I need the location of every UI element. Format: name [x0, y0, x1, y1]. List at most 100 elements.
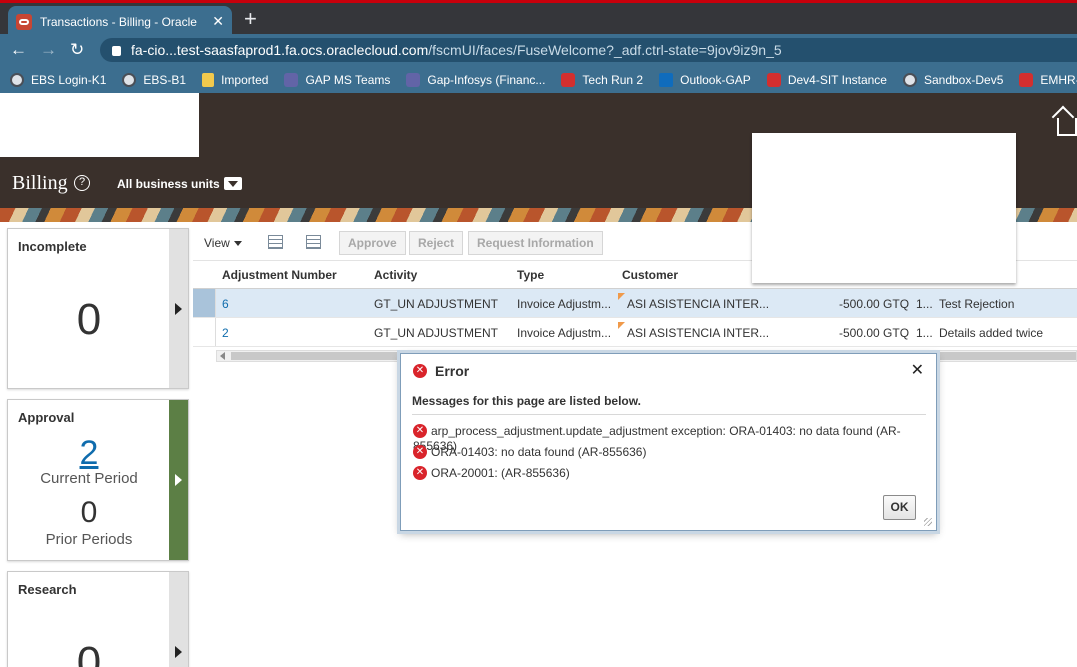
customer-cell: ASI ASISTENCIA INTER... — [627, 297, 770, 311]
dialog-subtitle: Messages for this page are listed below. — [412, 394, 641, 408]
oracle-icon — [561, 72, 576, 87]
approval-infolet[interactable]: Approval 2 Current Period 0 Prior Period… — [7, 399, 189, 561]
type-cell: Invoice Adjustm... — [517, 297, 612, 311]
bookmark-label: EMHR-BUsiness — [1040, 72, 1077, 87]
redacted-logo-area — [0, 93, 199, 157]
table-row[interactable]: 6 GT_UN ADJUSTMENT Invoice Adjustm... AS… — [193, 289, 1077, 318]
bookmark-dev4-sit[interactable]: Dev4-SIT Instance — [766, 72, 887, 87]
browser-toolbar: ← → ↻ fa-cio...test-saasfaprod1.fa.ocs.o… — [0, 34, 1077, 66]
column-header-type[interactable]: Type — [517, 268, 544, 282]
url-path: /fscmUI/faces/FuseWelcome?_adf.ctrl-stat… — [428, 42, 782, 58]
table-row[interactable]: 2 GT_UN ADJUSTMENT Invoice Adjustm... AS… — [193, 318, 1077, 347]
bookmarks-bar: EBS Login-K1 EBS-B1 Imported GAP MS Team… — [0, 66, 1077, 93]
bookmark-label: GAP MS Teams — [305, 72, 391, 87]
bookmark-sandbox-dev5[interactable]: Sandbox-Dev5 — [902, 72, 1004, 87]
globe-icon — [902, 72, 917, 87]
chevron-right-icon — [175, 474, 182, 486]
row-header[interactable] — [193, 289, 216, 317]
infolet-title: Research — [18, 582, 77, 597]
view-menu[interactable]: View — [204, 236, 242, 250]
error-message-text: ORA-20001: (AR-855636) — [431, 465, 570, 480]
business-units-dropdown-icon[interactable] — [224, 177, 242, 190]
bookmark-label: Imported — [221, 72, 269, 87]
dialog-close-icon[interactable]: ✕ — [911, 360, 924, 380]
column-header-customer[interactable]: Customer — [622, 268, 678, 282]
note-flag-icon — [618, 322, 625, 329]
oracle-icon — [766, 72, 781, 87]
activity-cell: GT_UN ADJUSTMENT — [374, 326, 499, 340]
view-label: View — [204, 236, 230, 250]
prior-periods-label: Prior Periods — [45, 531, 133, 548]
url-host: fa-cio...test-saasfaprod1.fa.ocs.oraclec… — [131, 42, 429, 58]
bookmark-emhr-business[interactable]: EMHR-BUsiness — [1019, 72, 1077, 87]
bookmark-gap-infosys[interactable]: Gap-Infosys (Financ... — [406, 72, 545, 87]
home-icon[interactable] — [1057, 118, 1077, 136]
infolet-title: Approval — [18, 410, 75, 425]
back-icon[interactable]: ← — [10, 40, 27, 60]
error-icon: ✕ — [413, 364, 427, 379]
type-cell: Invoice Adjustm... — [517, 326, 612, 340]
error-message: ✕ ORA-20001: (AR-855636) — [413, 465, 570, 480]
research-infolet[interactable]: Research 0 — [7, 571, 189, 667]
activity-cell: GT_UN ADJUSTMENT — [374, 297, 499, 311]
research-expand[interactable] — [169, 572, 188, 667]
business-units-label[interactable]: All business units — [117, 177, 220, 191]
incomplete-count: 0 — [76, 295, 102, 344]
scroll-left-icon[interactable] — [220, 352, 225, 360]
caret-down-icon — [233, 241, 242, 247]
address-bar[interactable]: fa-cio...test-saasfaprod1.fa.ocs.oraclec… — [100, 38, 1077, 62]
reject-button[interactable]: Reject — [409, 231, 464, 255]
bookmark-label: Dev4-SIT Instance — [787, 72, 887, 87]
bookmark-ebs-b1[interactable]: EBS-B1 — [122, 72, 187, 87]
page-title: Billing — [12, 172, 68, 194]
bookmark-label: Outlook-GAP — [680, 72, 751, 87]
current-period-label: Current Period — [40, 470, 138, 487]
approve-button[interactable]: Approve — [339, 231, 406, 255]
tab-close-icon[interactable]: ✕ — [212, 13, 224, 30]
bookmark-ebs-login-k1[interactable]: EBS Login-K1 — [10, 72, 107, 87]
bookmark-imported[interactable]: Imported — [202, 72, 269, 87]
dialog-title: Error — [435, 363, 470, 380]
reload-icon[interactable]: ↻ — [70, 40, 84, 60]
approval-prior-count: 0 — [80, 496, 98, 529]
new-tab-button[interactable]: + — [244, 7, 257, 31]
bookmark-label: EBS Login-K1 — [31, 72, 107, 87]
error-icon: ✕ — [413, 465, 427, 480]
adjustment-number-link[interactable]: 6 — [222, 297, 229, 311]
resize-grip-icon[interactable] — [924, 518, 932, 526]
error-dialog: ✕ Error ✕ Messages for this page are list… — [400, 353, 937, 531]
truncated-cell: 1... — [916, 326, 933, 340]
request-information-button[interactable]: Request Information — [468, 231, 603, 255]
outlook-icon — [659, 72, 674, 87]
lock-icon — [112, 46, 121, 56]
adjustment-number-link[interactable]: 2 — [222, 326, 229, 340]
row-header[interactable] — [193, 318, 216, 346]
globe-icon — [10, 72, 24, 87]
bookmark-outlook-gap[interactable]: Outlook-GAP — [659, 72, 751, 87]
incomplete-infolet[interactable]: Incomplete 0 — [7, 228, 189, 389]
ok-button[interactable]: OK — [883, 495, 916, 520]
bookmark-label: EBS-B1 — [143, 72, 187, 87]
forward-icon[interactable]: → — [40, 40, 57, 60]
browser-tab[interactable]: Transactions - Billing - Oracle Fus ✕ — [8, 6, 232, 37]
column-header-activity[interactable]: Activity — [374, 268, 417, 282]
note-flag-icon — [618, 293, 625, 300]
teams-icon — [406, 72, 421, 87]
teams-icon — [284, 72, 299, 87]
redacted-popup-area — [752, 133, 1016, 283]
help-icon[interactable]: ? — [74, 175, 90, 191]
wrap-icon[interactable] — [306, 235, 321, 249]
dialog-header: ✕ Error — [413, 362, 469, 379]
bookmark-gap-ms-teams[interactable]: GAP MS Teams — [284, 72, 391, 87]
freeze-columns-icon[interactable] — [268, 235, 283, 249]
incomplete-expand[interactable] — [169, 229, 188, 388]
column-header-adjustment-number[interactable]: Adjustment Number — [222, 268, 337, 282]
chevron-right-icon — [175, 646, 182, 658]
bookmark-tech-run-2[interactable]: Tech Run 2 — [561, 72, 643, 87]
oracle-favicon-icon — [16, 13, 32, 30]
approval-expand[interactable] — [169, 400, 188, 560]
approval-current-count-link[interactable]: 2 — [8, 434, 170, 473]
bookmark-label: Sandbox-Dev5 — [923, 72, 1004, 87]
oracle-icon — [1019, 72, 1034, 87]
error-message-text: ORA-01403: no data found (AR-855636) — [431, 444, 647, 459]
